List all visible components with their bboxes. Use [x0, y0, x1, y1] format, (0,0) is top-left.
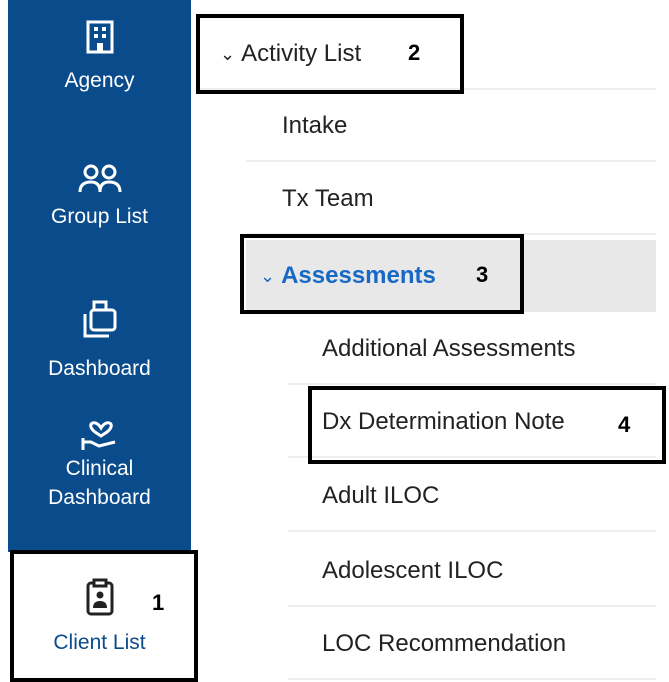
callout-number-1: 1: [152, 590, 165, 615]
tree-item-adolescent-iloc[interactable]: Adolescent ILOC: [288, 537, 656, 607]
callout-box-2: [196, 14, 464, 94]
tree-item-intake[interactable]: Intake: [246, 92, 656, 162]
tree-item-tx-team[interactable]: Tx Team: [246, 165, 656, 235]
tree-item-adult-iloc[interactable]: Adult ILOC: [288, 462, 656, 532]
sidebar-item-label: Clinical: [65, 457, 134, 480]
group-icon: [78, 164, 121, 193]
hand-heart-icon: [81, 421, 115, 450]
building-icon: [86, 20, 113, 54]
sidebar-item-group-list[interactable]: Group List: [8, 160, 191, 280]
tree-label: Intake: [282, 112, 348, 139]
callout-number-3: 3: [476, 262, 489, 287]
tree-item-additional-assessments[interactable]: Additional Assessments: [288, 315, 656, 385]
tree-label: Adult ILOC: [322, 482, 440, 509]
sidebar-item-label: Group List: [51, 205, 148, 228]
tree-label: LOC Recommendation: [322, 630, 567, 657]
callout-number-4: 4: [618, 412, 631, 437]
sidebar-item-dashboard[interactable]: Dashboard: [8, 300, 191, 400]
callout-box-4: [308, 386, 666, 464]
sidebar-item-agency[interactable]: Agency: [8, 0, 191, 120]
tree-label: Tx Team: [282, 185, 374, 212]
tree-item-loc-recommendation[interactable]: LOC Recommendation: [288, 610, 656, 680]
tree-label: Adolescent ILOC: [322, 557, 504, 584]
sidebar-item-clinical-dashboard[interactable]: Clinical Dashboard: [8, 412, 191, 542]
callout-number-2: 2: [408, 40, 421, 65]
dashboard-icon: [83, 300, 116, 338]
sidebar-item-label: Dashboard: [48, 486, 151, 509]
sidebar-item-label: Dashboard: [48, 357, 151, 380]
callout-box-1: [10, 550, 198, 682]
sidebar-item-label: Agency: [64, 69, 135, 92]
tree-label: Additional Assessments: [322, 335, 576, 362]
